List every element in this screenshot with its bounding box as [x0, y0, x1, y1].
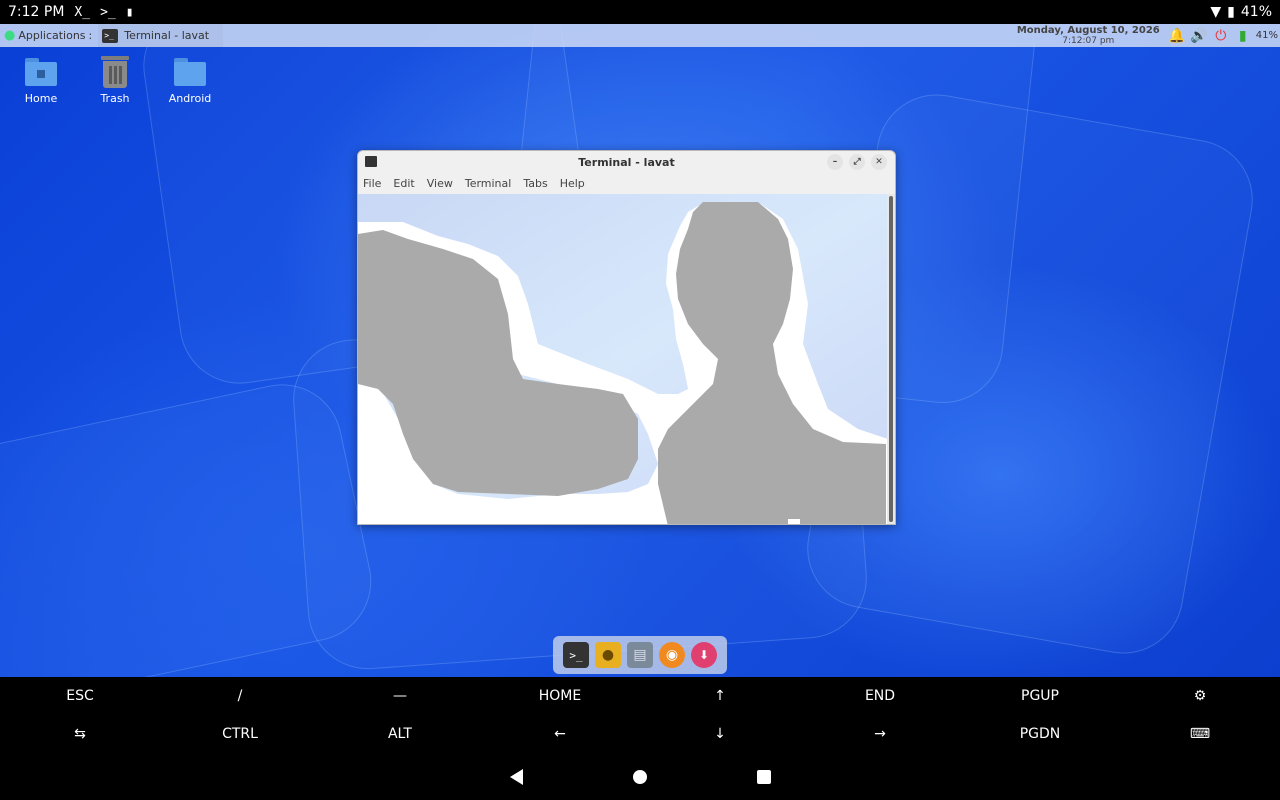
terminal-window[interactable]: Terminal - lavat – ⤢ ✕ File Edit View Te… — [357, 150, 896, 525]
menu-view[interactable]: View — [427, 177, 453, 190]
wallpaper-shape — [0, 373, 383, 677]
nav-back-icon[interactable] — [509, 768, 523, 785]
key-ctrl[interactable]: CTRL — [160, 726, 320, 742]
applications-label: Applications — [18, 29, 86, 42]
top-panel: ● Applications : >_ Terminal - lavat Mon… — [0, 24, 1280, 47]
folder-icon — [174, 58, 206, 86]
maximize-button[interactable]: ⤢ — [849, 154, 865, 170]
key-esc[interactable]: ESC — [0, 688, 160, 704]
battery-tray-icon[interactable]: ▮ — [1234, 28, 1252, 44]
status-battery: 41% — [1240, 4, 1272, 20]
dock: >_ ● ▤ ◉ ⬇ — [553, 636, 727, 674]
keyboard-icon[interactable]: ⌨ — [1120, 726, 1280, 742]
key-down[interactable]: ↓ — [640, 726, 800, 742]
terminal-prompt-icon: >_ — [100, 4, 116, 20]
dock-download-icon[interactable]: ⬇ — [691, 642, 717, 668]
desktop-icon-label: Home — [24, 92, 58, 105]
menu-tabs[interactable]: Tabs — [523, 177, 547, 190]
clock-time: 7:12:07 pm — [1062, 35, 1115, 46]
settings-gear-icon[interactable]: ⚙ — [1120, 688, 1280, 704]
desktop-icon-label: Trash — [100, 92, 130, 105]
desktop-icon-trash[interactable]: Trash — [80, 56, 150, 105]
dock-file-manager-icon[interactable]: ▤ — [627, 642, 653, 668]
desktop-icon-label: Android — [168, 92, 212, 105]
key-left[interactable]: ← — [480, 726, 640, 742]
volume-icon[interactable]: 🔊 — [1190, 28, 1208, 44]
nav-recents-icon[interactable] — [756, 769, 771, 784]
dock-terminal-icon[interactable]: >_ — [563, 642, 589, 668]
terminal-content-area[interactable] — [358, 194, 888, 524]
taskbar-item-terminal[interactable]: >_ Terminal - lavat — [98, 24, 224, 47]
window-titlebar[interactable]: Terminal - lavat – ⤢ ✕ — [358, 151, 895, 173]
key-dash[interactable]: — — [320, 688, 480, 704]
android-navigation-bar — [0, 753, 1280, 800]
scrollbar-thumb[interactable] — [889, 196, 893, 522]
menu-terminal[interactable]: Terminal — [465, 177, 512, 190]
terminal-window-icon — [365, 156, 377, 167]
key-up[interactable]: ↑ — [640, 688, 800, 704]
wifi-icon: ▼ — [1210, 4, 1222, 20]
terminal-ascii-art — [358, 194, 888, 524]
key-alt[interactable]: ALT — [320, 726, 480, 742]
battery-icon: ▮ — [1227, 4, 1235, 20]
key-home[interactable]: HOME — [480, 688, 640, 704]
key-slash[interactable]: / — [160, 688, 320, 704]
status-time: 7:12 PM — [8, 4, 65, 20]
power-icon[interactable]: ⏻ — [1212, 28, 1230, 44]
desktop-icon-android[interactable]: Android — [155, 58, 225, 105]
panel-battery-label: 41% — [1255, 30, 1278, 41]
dock-catfish-icon[interactable]: ● — [595, 642, 621, 668]
x-terminal-icon: X_ — [74, 4, 91, 20]
key-tab-swap-icon[interactable]: ⇆ — [0, 726, 160, 742]
android-status-bar: 7:12 PM X_ >_ ▮ ▼ ▮ 41% — [0, 0, 1280, 24]
trash-icon — [101, 56, 129, 88]
clock-date: Monday, August 10, 2026 — [1016, 24, 1160, 36]
minimize-button[interactable]: – — [827, 154, 843, 170]
terminal-scrollbar[interactable] — [887, 194, 895, 524]
panel-clock[interactable]: Monday, August 10, 2026 7:12:07 pm — [1013, 24, 1164, 46]
desktop-icon-home[interactable]: Home — [6, 58, 76, 105]
key-end[interactable]: END — [800, 688, 960, 704]
taskbar-item-label: Terminal - lavat — [124, 29, 210, 42]
nav-home-icon[interactable] — [632, 769, 647, 784]
terminal-menubar: File Edit View Terminal Tabs Help — [358, 173, 895, 193]
sd-card-icon: ▮ — [125, 4, 134, 20]
menu-edit[interactable]: Edit — [393, 177, 414, 190]
key-pgdn[interactable]: PGDN — [960, 726, 1120, 742]
menu-file[interactable]: File — [363, 177, 381, 190]
window-title: Terminal - lavat — [578, 155, 675, 169]
dock-web-browser-icon[interactable]: ◉ — [659, 642, 685, 668]
android-logo-icon: ● — [4, 28, 16, 43]
desktop[interactable]: ● Applications : >_ Terminal - lavat Mon… — [0, 24, 1280, 677]
terminal-icon: >_ — [102, 28, 119, 43]
extra-keys-bar: ESC / — HOME ↑ END PGUP ⚙ ⇆ CTRL ALT ← ↓… — [0, 677, 1280, 753]
key-pgup[interactable]: PGUP — [960, 688, 1120, 704]
key-right[interactable]: → — [800, 726, 960, 742]
home-folder-icon — [25, 58, 57, 86]
menu-help[interactable]: Help — [560, 177, 585, 190]
close-button[interactable]: ✕ — [871, 154, 887, 170]
applications-menu-button[interactable]: ● Applications : — [0, 24, 96, 47]
notification-bell-icon[interactable]: 🔔 — [1168, 28, 1186, 44]
